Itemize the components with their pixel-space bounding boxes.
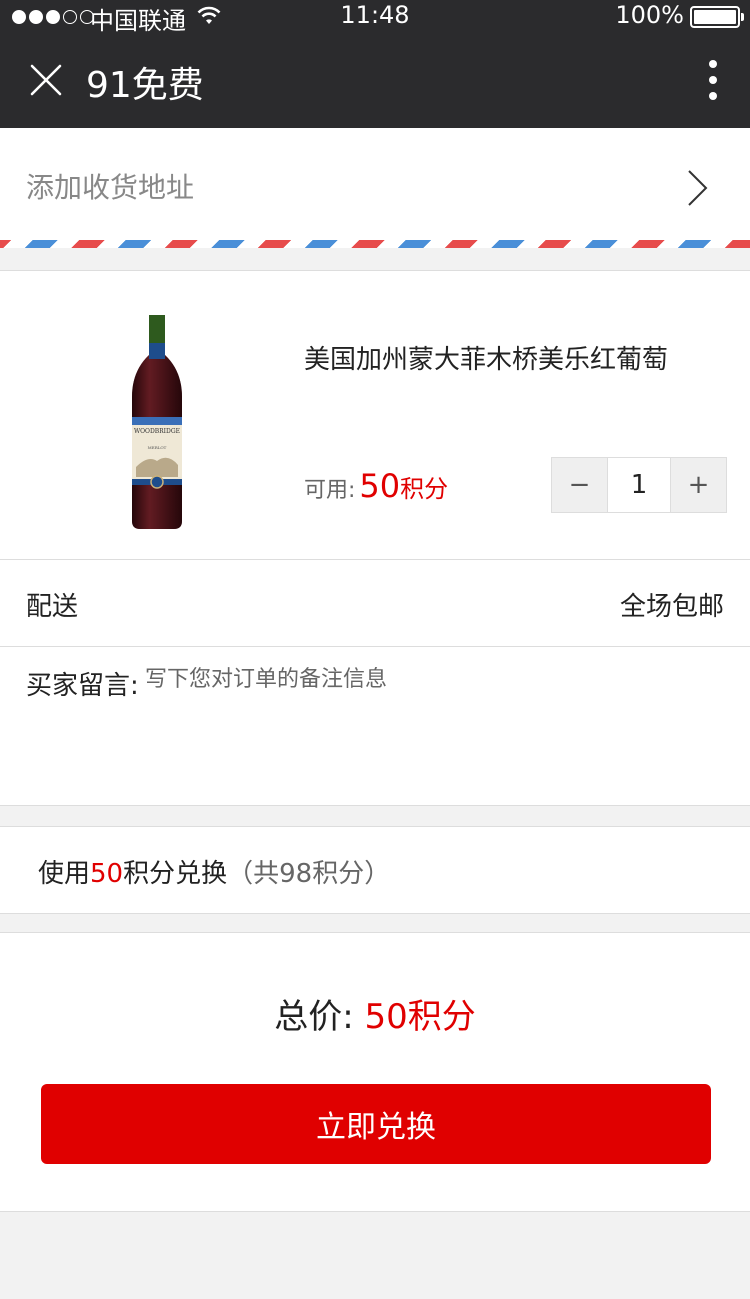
checkout-footer: 总价: 50积分 立即兑换 [0, 932, 750, 1212]
total-price: 总价: 50积分 [0, 989, 750, 1038]
points-redeem-row: 使用50积分兑换（共98积分） [0, 826, 750, 914]
buyer-message-label: 买家留言: [26, 671, 139, 701]
add-address-row[interactable]: 添加收货地址 [0, 128, 750, 248]
points-value: 50 [359, 467, 401, 505]
total-value: 50积分 [364, 997, 476, 1037]
total-points-note: （共98积分） [227, 859, 391, 889]
close-icon[interactable] [28, 62, 64, 98]
airmail-border [0, 240, 750, 248]
total-label: 总价: [274, 997, 354, 1037]
decrease-quantity-button[interactable]: − [552, 458, 607, 512]
bottle-label-text: WOODBRIDGE [134, 428, 180, 435]
delivery-value: 全场包邮 [619, 592, 724, 622]
redeem-prefix: 使用 [38, 859, 91, 889]
redeem-points: 50 [90, 859, 124, 889]
increase-quantity-button[interactable]: + [671, 458, 726, 512]
exchange-now-button[interactable]: 立即兑换 [41, 1084, 711, 1164]
product-card: WOODBRIDGE MERLOT 美国加州蒙大菲木桥美乐红葡萄 可用: 50 … [0, 270, 750, 560]
battery-percentage: 100% [615, 1, 684, 29]
quantity-stepper: − 1 + [551, 457, 727, 513]
buyer-message-input[interactable] [145, 667, 705, 692]
product-image: WOODBRIDGE MERLOT [56, 299, 256, 545]
more-options-icon[interactable] [708, 60, 718, 100]
points-unit: 积分 [400, 475, 449, 503]
delivery-label: 配送 [26, 592, 79, 622]
points-redeem-text: 使用50积分兑换（共98积分） [38, 853, 390, 890]
quantity-value[interactable]: 1 [607, 458, 671, 512]
product-name: 美国加州蒙大菲木桥美乐红葡萄 [304, 345, 669, 375]
available-points: 可用: 50 积分 [304, 467, 448, 505]
nav-bar: 91免费 [0, 34, 750, 128]
battery-icon [690, 6, 744, 28]
chevron-right-icon [688, 170, 708, 206]
redeem-suffix: 积分兑换 [123, 859, 228, 889]
status-bar: 中国联通 11:48 100% [0, 0, 750, 35]
add-address-label: 添加收货地址 [26, 171, 195, 204]
bottle-sublabel-text: MERLOT [148, 445, 167, 450]
page-title: 91免费 [86, 65, 204, 106]
points-label: 可用: [304, 478, 356, 503]
buyer-message-section: 买家留言: [0, 647, 750, 806]
delivery-row: 配送 全场包邮 [0, 560, 750, 647]
